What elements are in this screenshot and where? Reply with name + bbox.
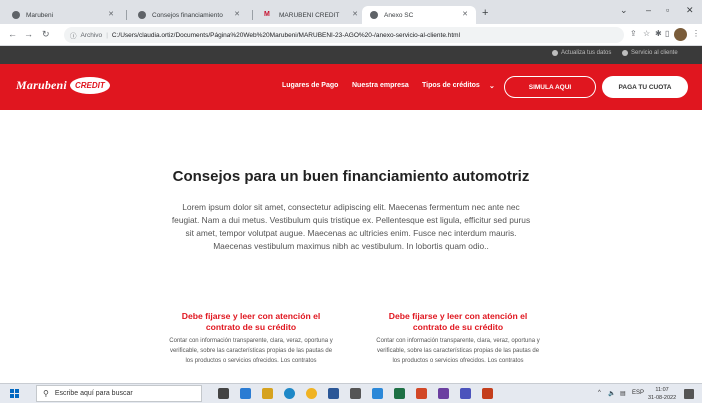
- globe-icon: [138, 11, 146, 19]
- m-logo-icon: M: [264, 11, 270, 18]
- task-view-icon[interactable]: [218, 388, 229, 399]
- search-icon: ⚲: [43, 389, 49, 398]
- file-explorer-icon[interactable]: [262, 388, 273, 399]
- avatar[interactable]: [674, 28, 687, 41]
- customer-service-label: Servicio al cliente: [631, 50, 678, 56]
- menu-icon[interactable]: ⋮: [692, 29, 700, 38]
- site-topbar: Actualiza tus datos Servicio al cliente: [0, 46, 702, 64]
- close-icon[interactable]: ✕: [352, 10, 358, 18]
- simula-aqui-button[interactable]: SIMULA AQUI: [504, 76, 596, 98]
- tray-chevron-icon[interactable]: ^: [598, 390, 601, 396]
- close-icon[interactable]: ✕: [234, 10, 240, 18]
- tab-title: Consejos financiamiento: [152, 11, 223, 19]
- address-bar[interactable]: ⓘ Archivo | C:/Users/claudia.ortiz/Docum…: [64, 27, 624, 43]
- tip-card: Debe fijarse y leer con atención el cont…: [373, 311, 543, 366]
- tab-title: Anexo SC: [384, 11, 414, 19]
- tab-title: MARUBENI CREDIT: [279, 11, 340, 19]
- globe-icon: [12, 11, 20, 19]
- office-icon[interactable]: [416, 388, 427, 399]
- taskbar-search-placeholder: Escribe aquí para buscar: [54, 390, 133, 397]
- star-icon[interactable]: ☆: [643, 29, 650, 38]
- taskbar-search-input[interactable]: ⚲ Escribe aquí para buscar: [36, 385, 202, 402]
- tab-divider: [252, 10, 253, 20]
- clock-date: 31-08-2022: [648, 395, 677, 401]
- edge-icon[interactable]: [284, 388, 295, 399]
- tip-card: Debe fijarse y leer con atención el cont…: [166, 311, 336, 366]
- powerpoint-icon[interactable]: [482, 388, 493, 399]
- new-tab-button[interactable]: +: [482, 7, 488, 19]
- tab-title: Marubeni: [26, 11, 54, 19]
- intro-paragraph: Lorem ipsum dolor sit amet, consectetur …: [171, 202, 531, 251]
- nav-nuestra-empresa[interactable]: Nuestra empresa: [352, 82, 409, 89]
- close-window-button[interactable]: ✕: [686, 5, 694, 16]
- info-icon[interactable]: ⓘ: [70, 30, 77, 40]
- chrome-icon[interactable]: [306, 388, 317, 399]
- tab-anexo-sc[interactable]: Anexo SC ✕: [362, 6, 476, 24]
- info-icon: [622, 50, 628, 56]
- extensions-icon[interactable]: ✱: [655, 29, 662, 38]
- reload-icon[interactable]: ↻: [42, 29, 50, 40]
- minimize-button[interactable]: –: [646, 5, 651, 15]
- gear-icon: [552, 50, 558, 56]
- clock[interactable]: 11:07 31-08-2022: [648, 386, 676, 402]
- forward-icon[interactable]: →: [24, 29, 33, 39]
- globe-icon: [370, 11, 378, 19]
- tip-card-title: Debe fijarse y leer con atención el cont…: [388, 311, 528, 332]
- update-data-link[interactable]: Actualiza tus datos: [552, 50, 611, 56]
- word-icon[interactable]: [328, 388, 339, 399]
- notification-icon[interactable]: [684, 389, 694, 399]
- chevron-down-icon[interactable]: ⌄: [489, 82, 495, 90]
- divider: |: [106, 31, 108, 39]
- teams-icon[interactable]: [460, 388, 471, 399]
- outlook-icon[interactable]: [372, 388, 383, 399]
- maximize-button[interactable]: ▫: [666, 5, 669, 15]
- share-icon[interactable]: ⇪: [630, 29, 637, 38]
- nav-tipos-de-creditos[interactable]: Tipos de créditos: [422, 82, 480, 89]
- tab-consejos[interactable]: Consejos financiamiento ✕: [130, 6, 248, 24]
- windows-start-icon[interactable]: [10, 389, 20, 399]
- volume-icon[interactable]: 🔈: [608, 390, 615, 397]
- app-icon[interactable]: [350, 388, 361, 399]
- close-icon[interactable]: ✕: [462, 10, 468, 18]
- app-icon[interactable]: [438, 388, 449, 399]
- tab-divider: [126, 10, 127, 20]
- customer-service-link[interactable]: Servicio al cliente: [622, 50, 678, 56]
- language-indicator[interactable]: ESP: [632, 390, 644, 396]
- paga-tu-cuota-button[interactable]: PAGA TU CUOTA: [602, 76, 688, 98]
- browser-toolbar: ← → ↻ ⓘ Archivo | C:/Users/claudia.ortiz…: [0, 24, 702, 46]
- back-icon[interactable]: ←: [8, 29, 17, 39]
- tab-marubeni-credit[interactable]: M MARUBENI CREDIT ✕: [256, 6, 366, 24]
- close-icon[interactable]: ✕: [108, 10, 114, 18]
- clock-time: 11:07: [655, 387, 669, 393]
- teams-icon[interactable]: [240, 388, 251, 399]
- logo-credit: CREDIT: [69, 77, 110, 94]
- excel-icon[interactable]: [394, 388, 405, 399]
- screen: Marubeni ✕ Consejos financiamiento ✕ M M…: [0, 0, 702, 403]
- tip-card-title: Debe fijarse y leer con atención el cont…: [181, 311, 321, 332]
- windows-taskbar: ⚲ Escribe aquí para buscar ^ 🔈 ▤ ESP 11:…: [0, 383, 702, 403]
- sidebar-icon[interactable]: ▯: [665, 29, 669, 38]
- update-data-label: Actualiza tus datos: [561, 50, 612, 56]
- chevron-down-icon[interactable]: ⌄: [620, 5, 628, 16]
- page-title: Consejos para un buen financiamiento aut…: [172, 168, 530, 185]
- tip-card-text: Contar con información transparente, cla…: [376, 338, 540, 364]
- nav-lugares-de-pago[interactable]: Lugares de Pago: [282, 82, 338, 89]
- scheme-label: Archivo: [80, 31, 103, 39]
- logo-brand: Marubeni: [16, 78, 67, 92]
- browser-tab-strip: Marubeni ✕ Consejos financiamiento ✕ M M…: [0, 0, 702, 24]
- url-text: C:/Users/claudia.ortiz/Documents/Página%…: [111, 31, 461, 39]
- tab-marubeni[interactable]: Marubeni ✕: [4, 6, 122, 24]
- tip-card-text: Contar con información transparente, cla…: [169, 338, 333, 364]
- network-icon[interactable]: ▤: [620, 390, 626, 397]
- marubeni-credit-logo[interactable]: Marubeni CREDIT: [16, 77, 110, 94]
